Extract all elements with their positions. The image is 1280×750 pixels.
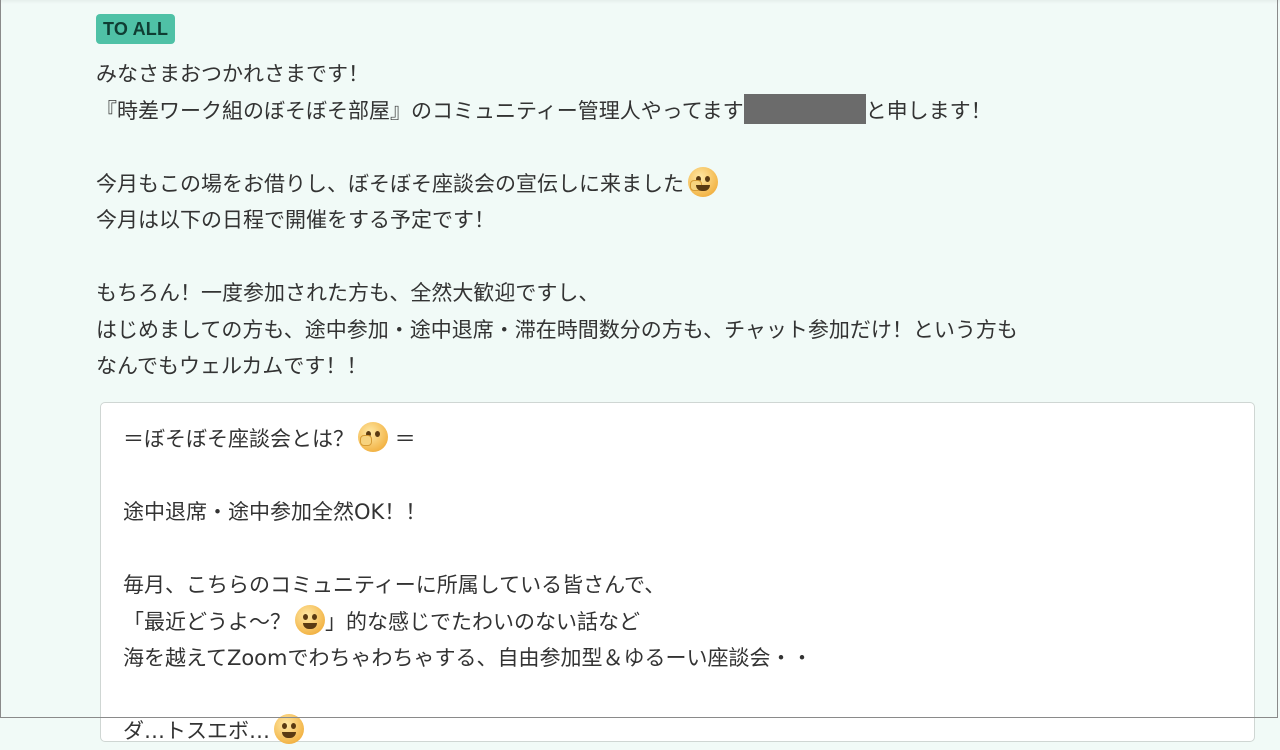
window-frame	[0, 0, 1278, 718]
smile-emoji-icon	[274, 714, 304, 744]
quote-line: ダ…トスエボ…	[123, 713, 813, 750]
quote-text: ダ…トスエボ…	[123, 719, 270, 743]
